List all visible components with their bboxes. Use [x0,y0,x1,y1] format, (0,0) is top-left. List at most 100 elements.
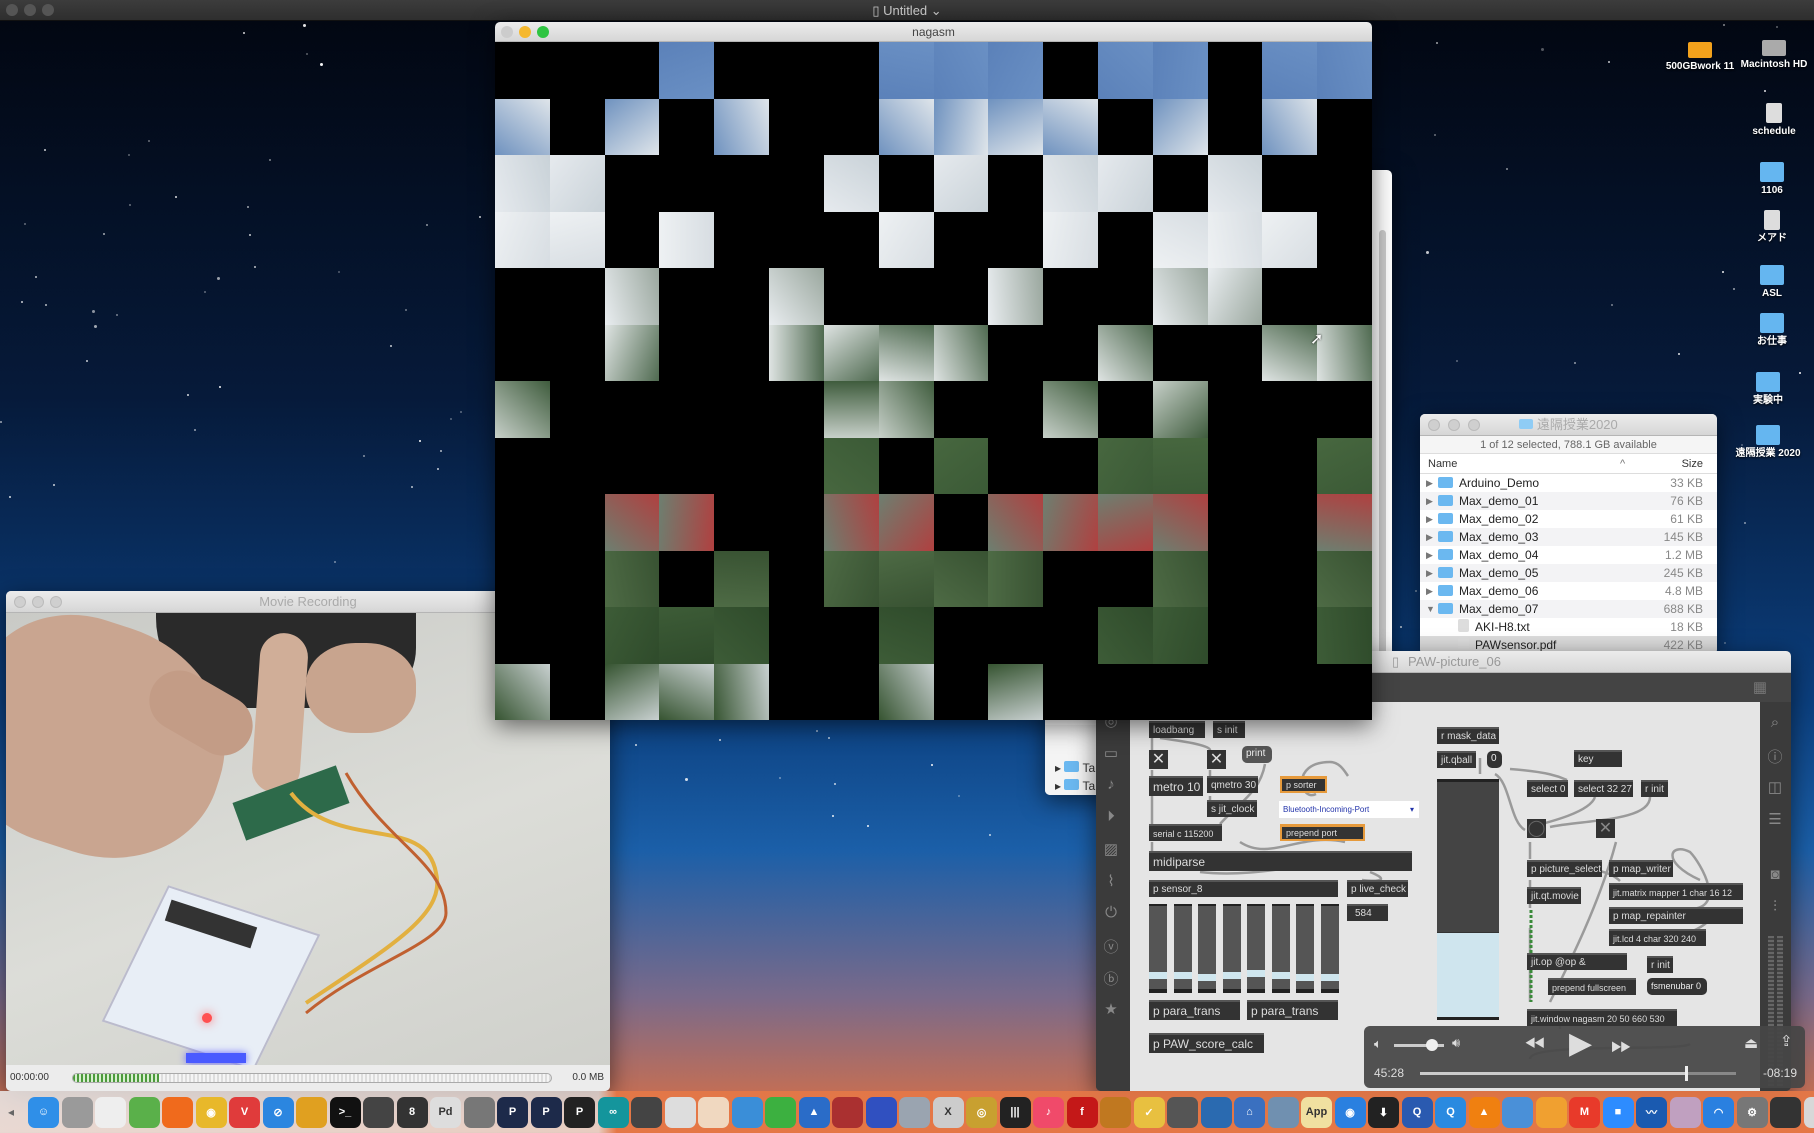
r-mask-data-object[interactable]: r mask_data [1437,727,1499,744]
zoom-button[interactable] [42,4,54,16]
minimize-button[interactable] [32,596,44,608]
sensor-slider[interactable] [1198,904,1216,993]
processing-icon[interactable]: P [530,1096,562,1128]
sensor-slider[interactable] [1173,904,1192,993]
prepend-port-object[interactable]: prepend port [1280,824,1365,841]
flash-icon[interactable]: f [1066,1096,1098,1128]
p-picture-select-object[interactable]: p picture_select [1527,860,1602,877]
pd-icon[interactable]: Pd [430,1096,461,1128]
r-init-object[interactable]: r init [1641,780,1668,797]
p-live-check-object[interactable]: p live_check [1347,880,1408,897]
play-icon[interactable]: ⏵ [1096,808,1126,825]
size-column-header[interactable]: Size [1682,454,1703,474]
column-header[interactable]: Name ^ Size [1420,454,1717,474]
p-map-repainter-object[interactable]: p map_repainter [1609,907,1743,924]
list-icon[interactable]: ☰ [1760,810,1790,828]
app-icon[interactable]: ⬇ [1368,1096,1399,1128]
app-icon[interactable] [1669,1096,1701,1128]
app-icon[interactable] [832,1096,863,1128]
jit-qball-object[interactable]: jit.qball [1437,751,1476,768]
vivaldi-icon[interactable]: V [229,1096,260,1128]
fsmenubar-message[interactable]: fsmenubar 0 [1647,978,1707,995]
p-sorter-object[interactable]: p sorter [1280,776,1327,793]
desktop-icon[interactable]: Macintosh HD [1734,40,1814,71]
file-row[interactable]: AKI-H8.txt 18 KB [1420,618,1717,636]
keyboard-icon[interactable]: ▭ [1096,744,1126,762]
file-row[interactable]: ▶ Arduino_Demo 33 KB [1420,474,1717,492]
processing-icon[interactable]: P [497,1096,528,1128]
close-button[interactable] [14,596,26,608]
info-icon[interactable]: ⓘ [1760,746,1790,767]
jit-lcd-object[interactable]: jit.lcd 4 char 320 240 [1609,929,1706,946]
disclosure-closed-icon[interactable]: ▶ [1426,492,1433,510]
bang-button[interactable]: ◯ [1527,819,1546,838]
lcd-display[interactable] [1437,779,1499,1020]
jit-qt-movie-object[interactable]: jit.qt.movie [1527,887,1581,904]
search-icon[interactable]: ⌕ [1760,714,1790,731]
app-icon[interactable]: ◎ [966,1096,997,1128]
arduino-icon[interactable]: ∞ [597,1096,629,1128]
music-note-icon[interactable]: ♪ [1096,776,1126,793]
name-column-header[interactable]: Name [1428,458,1457,470]
playback-scrubber[interactable] [1420,1066,1736,1081]
script-editor-icon[interactable] [61,1096,93,1128]
print-message[interactable]: print [1242,746,1272,763]
file-row[interactable]: ▶ Max_demo_06 4.8 MB [1420,582,1717,600]
plug-icon[interactable]: ⏻ [1096,904,1126,921]
zoom-button[interactable] [50,596,62,608]
metro-object[interactable]: metro 10 [1149,776,1203,796]
itunes-icon[interactable]: ♪ [1033,1096,1064,1128]
scrollbar[interactable] [1379,230,1386,680]
disclosure-closed-icon[interactable]: ▶ [1426,474,1433,492]
list-item[interactable]: ▸ Ta [1055,779,1095,793]
desktop-icon[interactable]: ASL [1732,265,1812,300]
play-button[interactable]: ▶ [1569,1026,1592,1061]
app-icon[interactable] [698,1096,729,1128]
pages-icon[interactable] [1535,1096,1567,1128]
serial-object[interactable]: serial c 115200 [1149,824,1222,841]
jit-matrix-mapper-object[interactable]: jit.matrix mapper 1 char 16 12 [1609,883,1743,900]
image-icon[interactable]: ▨ [1096,840,1126,858]
app-icon[interactable]: ◉ [1334,1096,1366,1128]
app-icon[interactable]: P [564,1096,595,1128]
app-icon[interactable] [1770,1096,1801,1128]
app-icon[interactable]: 8 [396,1096,428,1128]
desktop-icon[interactable]: メアド [1732,210,1812,245]
home-icon[interactable]: ⌂ [1234,1096,1265,1128]
app-icon[interactable] [664,1096,696,1128]
jit-window-object[interactable]: jit.window nagasm 20 50 660 530 [1527,1009,1677,1026]
share-icon[interactable]: ⇪ [1780,1032,1793,1050]
file-row[interactable]: ▶ Max_demo_04 1.2 MB [1420,546,1717,564]
s-init-object[interactable]: s init [1213,721,1245,738]
toggle-metro[interactable]: ✕ [1149,750,1168,769]
zoom-icon[interactable]: ■ [1602,1096,1634,1128]
disclosure-closed-icon[interactable]: ▶ [1426,546,1433,564]
minimize-button[interactable] [24,4,36,16]
app-icon[interactable] [765,1096,796,1128]
disclosure-closed-icon[interactable]: ▶ [1426,510,1433,528]
textedit-icon[interactable] [95,1096,126,1128]
desktop-icon[interactable]: schedule [1734,103,1814,138]
firefox-icon[interactable] [162,1096,193,1128]
volume-slider[interactable] [1394,1039,1444,1051]
minimize-button[interactable] [519,26,531,38]
v-circle-icon[interactable]: ⓥ [1096,936,1126,957]
app-icon[interactable] [1167,1096,1198,1128]
columns-icon[interactable]: ◫ [1760,778,1790,796]
sensor-slider[interactable] [1149,904,1167,993]
close-button[interactable] [1428,419,1440,431]
app-icon[interactable] [363,1096,394,1128]
prepend-fullscreen-object[interactable]: prepend fullscreen [1548,978,1636,995]
gmail-icon[interactable]: M [1569,1096,1600,1128]
mixer-icon[interactable]: ⫶ [1760,898,1790,915]
file-row[interactable]: ▶ Max_demo_01 76 KB [1420,492,1717,510]
finder-icon[interactable]: ☺ [28,1096,59,1128]
terminal-icon[interactable]: >_ [329,1096,361,1128]
app-icon[interactable]: Q [1401,1096,1433,1128]
wifi-icon[interactable]: ◠ [1703,1096,1734,1128]
close-button[interactable] [501,26,513,38]
select-32-27-object[interactable]: select 32 27 [1574,780,1633,797]
camera-icon[interactable]: ◙ [1760,866,1790,883]
volume-high-icon[interactable]: 🔊︎ [1452,1035,1460,1051]
rewind-button[interactable]: ⏪︎ [1524,1029,1545,1061]
